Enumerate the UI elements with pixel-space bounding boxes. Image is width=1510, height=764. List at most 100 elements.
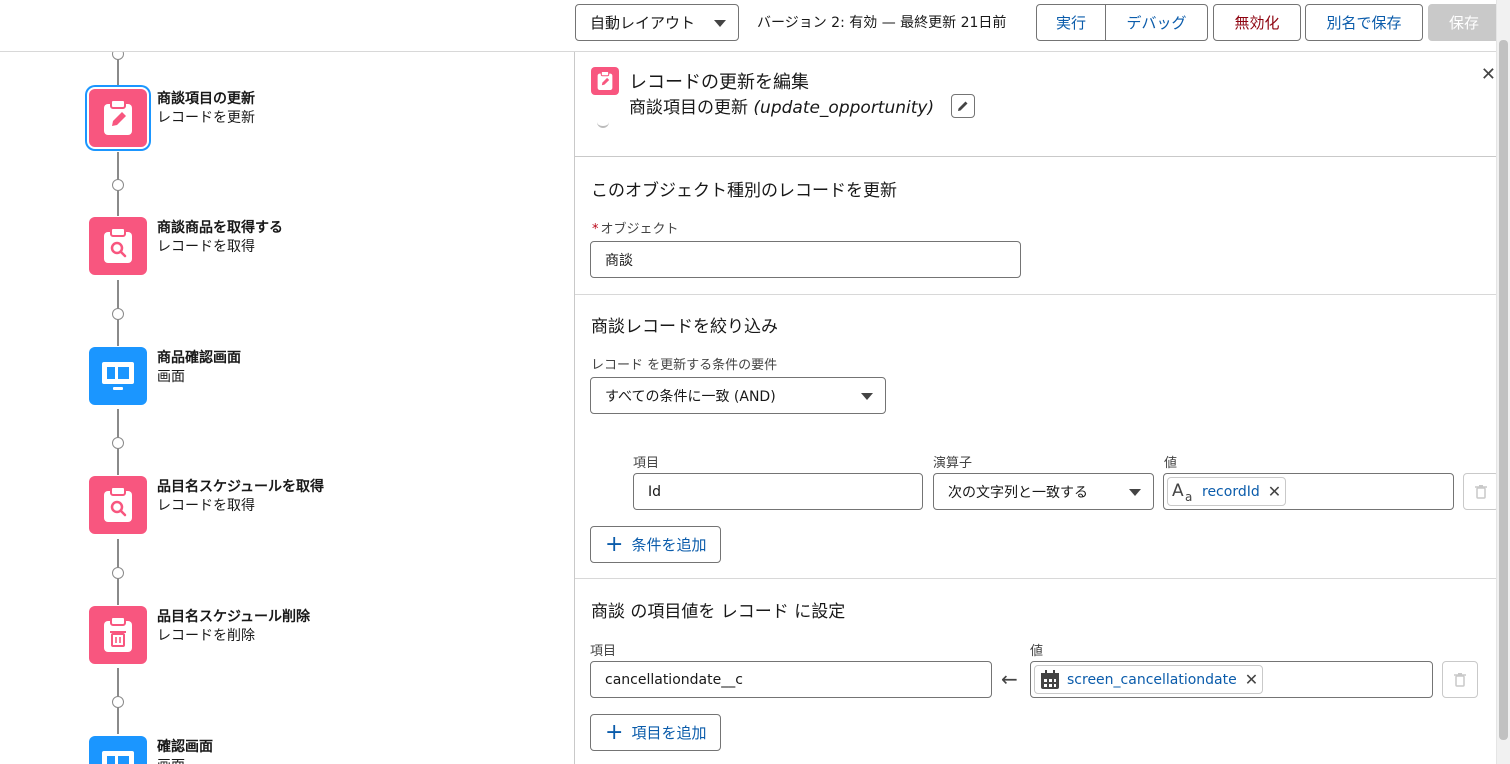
flow-node-delete-line-item-schedules[interactable] <box>89 606 147 664</box>
flow-node-update-opportunity[interactable] <box>89 89 147 147</box>
svg-text:a: a <box>1185 490 1192 503</box>
get-records-icon <box>104 486 132 522</box>
debug-button[interactable]: デバッグ <box>1106 5 1207 40</box>
panel-title: レコードの更新を編集 <box>629 72 809 93</box>
close-icon[interactable]: ✕ <box>1481 64 1496 85</box>
node-title: 確認画面 <box>157 739 213 755</box>
flow-node-get-line-item-schedules[interactable] <box>89 476 147 534</box>
section-filter-title: 商談レコードを絞り込み <box>591 317 778 337</box>
section-divider <box>575 294 1496 295</box>
layout-select[interactable]: 自動レイアウト <box>575 4 739 41</box>
node-subtitle: レコードを取得 <box>157 239 255 255</box>
svg-text:A: A <box>1172 481 1184 501</box>
set-field-header: 項目 <box>590 644 617 659</box>
connector-dot[interactable] <box>112 179 124 191</box>
add-field-button[interactable]: + 項目を追加 <box>590 714 722 751</box>
arrow-left-icon: ← <box>1001 667 1018 691</box>
delete-record-icon <box>104 616 132 652</box>
node-title: 品目名スケジュールを取得 <box>157 479 325 495</box>
remove-icon[interactable]: ✕ <box>1245 670 1258 689</box>
calendar-icon <box>1039 669 1061 691</box>
save-button[interactable]: 保存 <box>1428 4 1500 41</box>
toolbar: 自動レイアウト バージョン 2: 有効 — 最終更新 21日前 実行 デバッグ … <box>0 0 1510 52</box>
node-subtitle: レコードを削除 <box>157 628 255 644</box>
plus-icon: + <box>605 719 624 745</box>
node-title: 商談項目の更新 <box>157 91 255 107</box>
trash-icon <box>1454 672 1466 687</box>
node-subtitle: 画面 <box>157 755 185 764</box>
object-input-value: 商談 <box>605 252 633 269</box>
deactivate-button[interactable]: 無効化 <box>1213 4 1301 41</box>
connector-dot[interactable] <box>112 308 124 320</box>
screen-icon <box>102 362 134 390</box>
pill-label: screen_cancellationdate <box>1067 671 1237 688</box>
run-button[interactable]: 実行 <box>1037 5 1106 40</box>
connector-dot[interactable] <box>112 437 124 449</box>
node-subtitle: レコードを更新 <box>157 110 255 126</box>
assignment-field-input[interactable]: cancellationdate__c <box>590 661 992 698</box>
resource-pill[interactable]: A a recordId ✕ <box>1167 477 1287 506</box>
remove-icon[interactable]: ✕ <box>1268 482 1281 501</box>
add-condition-label: 条件を追加 <box>631 536 707 554</box>
value-header: 値 <box>1164 456 1178 471</box>
flow-node-get-opportunity-products[interactable] <box>89 217 147 275</box>
chevron-down-icon <box>1129 489 1141 496</box>
update-record-icon <box>104 99 132 135</box>
add-condition-button[interactable]: + 条件を追加 <box>590 526 722 563</box>
condition-field-value: Id <box>648 483 662 500</box>
vertical-scrollbar[interactable] <box>1496 0 1510 764</box>
section-set-title: 商談 の項目値を レコード に設定 <box>591 602 846 622</box>
scroll-remnant <box>597 120 609 128</box>
set-value-header: 値 <box>1030 644 1044 659</box>
delete-condition-button[interactable] <box>1463 473 1499 510</box>
chevron-down-icon <box>714 20 726 27</box>
run-debug-group: 実行 デバッグ <box>1036 4 1208 41</box>
node-title: 商品確認画面 <box>157 350 241 366</box>
version-status: バージョン 2: 有効 — 最終更新 21日前 <box>757 15 1007 31</box>
node-subtitle: 画面 <box>157 369 185 385</box>
delete-assignment-button[interactable] <box>1442 661 1478 698</box>
connector-dot[interactable] <box>112 696 124 708</box>
condition-value-input[interactable]: A a recordId ✕ <box>1163 473 1454 510</box>
assignment-value-input[interactable]: screen_cancellationdate ✕ <box>1030 661 1433 698</box>
panel-header: レコードの更新を編集 商談項目の更新 (update_opportunity) … <box>575 52 1496 157</box>
condition-operator-value: 次の文字列と一致する <box>948 484 1088 501</box>
element-api-name: (update_opportunity) <box>753 98 935 118</box>
flow-node-product-confirm-screen[interactable] <box>89 347 147 405</box>
pill-label: recordId <box>1202 483 1260 500</box>
condition-requirement-select[interactable]: すべての条件に一致 (AND) <box>590 377 886 414</box>
required-mark: * <box>592 222 599 237</box>
edit-label-button[interactable] <box>951 94 975 118</box>
layout-select-value: 自動レイアウト <box>590 14 696 32</box>
flow-node-confirm-screen[interactable] <box>89 736 147 764</box>
text-variable-icon: A a <box>1172 481 1196 503</box>
pencil-icon <box>958 101 968 111</box>
section-divider <box>575 578 1496 579</box>
add-field-label: 項目を追加 <box>631 724 707 742</box>
flow-canvas[interactable]: 商談項目の更新 レコードを更新 商談商品を取得する レコードを取得 商品確認画面… <box>0 52 574 764</box>
update-record-icon <box>591 67 619 95</box>
chevron-down-icon <box>861 393 873 400</box>
condition-operator-select[interactable]: 次の文字列と一致する <box>933 473 1154 510</box>
connector-dot[interactable] <box>112 567 124 579</box>
scrollbar-thumb[interactable] <box>1499 40 1508 740</box>
panel-subtitle: 商談項目の更新 (update_opportunity) <box>629 93 934 118</box>
plus-icon: + <box>605 531 624 557</box>
save-as-button[interactable]: 別名で保存 <box>1305 4 1423 41</box>
node-title: 商談商品を取得する <box>157 220 283 236</box>
object-label: * オブジェクト <box>592 218 679 237</box>
object-input[interactable]: 商談 <box>590 241 1021 278</box>
field-header: 項目 <box>633 456 660 471</box>
condition-requirement-value: すべての条件に一致 (AND) <box>605 388 776 405</box>
node-title: 品目名スケジュール削除 <box>157 609 311 625</box>
resource-pill[interactable]: screen_cancellationdate ✕ <box>1034 665 1264 694</box>
object-label-text: オブジェクト <box>600 222 679 237</box>
condition-requirement-label: レコード を更新する条件の要件 <box>591 358 778 373</box>
section-object-title: このオブジェクト種別のレコードを更新 <box>591 181 897 201</box>
edit-panel: レコードの更新を編集 商談項目の更新 (update_opportunity) … <box>574 52 1499 764</box>
node-subtitle: レコードを取得 <box>157 498 255 514</box>
condition-field-input[interactable]: Id <box>633 473 923 510</box>
operator-header: 演算子 <box>933 456 973 471</box>
element-label: 商談項目の更新 <box>629 98 748 118</box>
connector-dot[interactable] <box>112 52 124 60</box>
